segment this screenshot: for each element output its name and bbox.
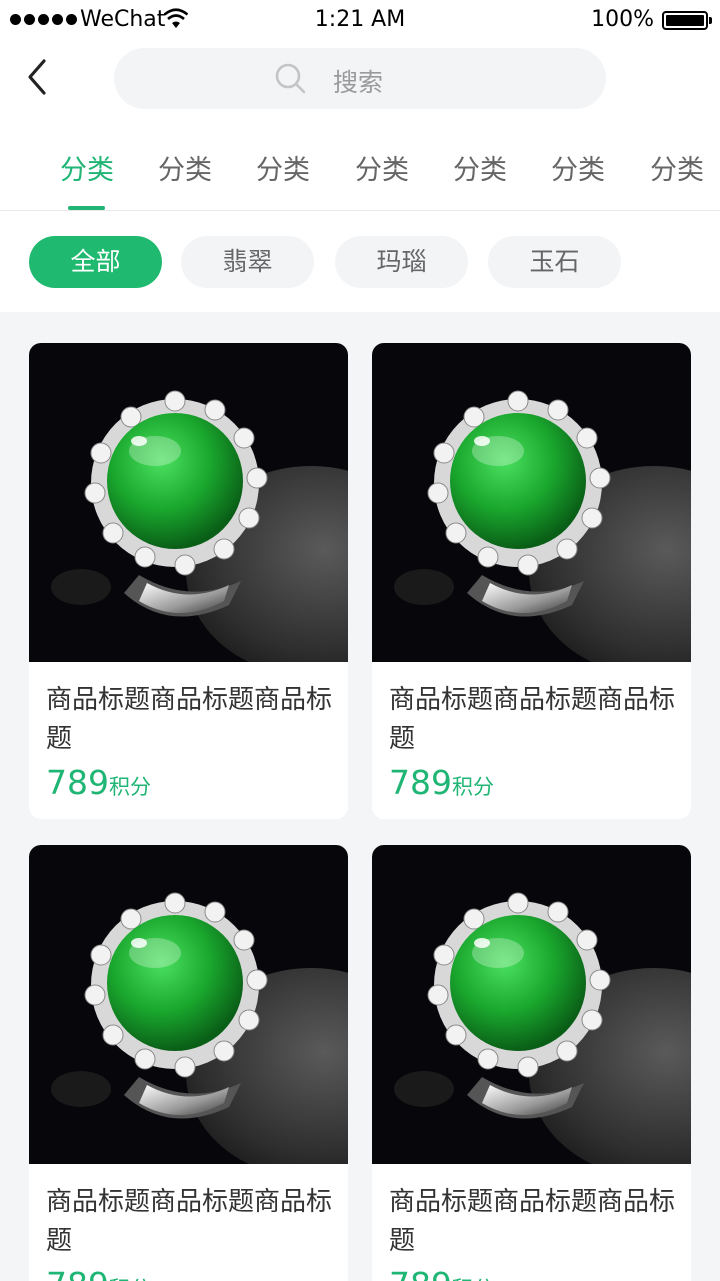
product-image	[372, 845, 691, 1164]
price-unit: 积分	[109, 1277, 151, 1281]
product-card[interactable]: 商品标题商品标题商品标题 789积分	[372, 845, 691, 1281]
header-area: WeChat 1:21 AM 100% 搜索 分类 分类 分类 分类 分类 分类…	[0, 0, 720, 312]
price-unit: 积分	[109, 775, 151, 799]
category-tabs: 分类 分类 分类 分类 分类 分类 分类	[0, 140, 720, 210]
search-placeholder: 搜索	[333, 68, 384, 97]
tab-category-7[interactable]: 分类	[637, 148, 717, 187]
filter-chip-agate[interactable]: 玛瑙	[335, 236, 468, 288]
product-title: 商品标题商品标题商品标题	[389, 685, 676, 754]
filter-chip-jadeite[interactable]: 翡翠	[181, 236, 314, 288]
product-price: 789积分	[389, 1265, 494, 1281]
product-card[interactable]: 商品标题商品标题商品标题 789积分	[372, 343, 691, 819]
price-unit: 积分	[452, 1277, 494, 1281]
price-value: 789	[389, 1265, 452, 1281]
price-value: 789	[389, 763, 452, 802]
product-price: 789积分	[389, 763, 494, 802]
back-arrow-icon[interactable]	[22, 52, 58, 102]
search-icon	[275, 63, 306, 94]
product-title: 商品标题商品标题商品标题	[46, 685, 333, 754]
product-card[interactable]: 商品标题商品标题商品标题 789积分	[29, 845, 348, 1281]
tab-category-4[interactable]: 分类	[342, 148, 422, 187]
product-card[interactable]: 商品标题商品标题商品标题 789积分	[29, 343, 348, 819]
product-image	[372, 343, 691, 662]
price-value: 789	[46, 763, 109, 802]
tab-category-3[interactable]: 分类	[243, 148, 323, 187]
tab-category-2[interactable]: 分类	[145, 148, 225, 187]
price-value: 789	[46, 1265, 109, 1281]
price-unit: 积分	[452, 775, 494, 799]
filter-chip-jade[interactable]: 玉石	[488, 236, 621, 288]
product-price: 789积分	[46, 763, 151, 802]
tab-category-1[interactable]: 分类	[47, 148, 127, 210]
tab-category-6[interactable]: 分类	[538, 148, 618, 187]
status-bar: WeChat 1:21 AM 100%	[0, 0, 720, 40]
product-image	[29, 845, 348, 1164]
battery-percent: 100%	[591, 7, 654, 32]
product-title: 商品标题商品标题商品标题	[46, 1187, 333, 1256]
search-bar[interactable]: 搜索	[114, 48, 606, 109]
product-image	[29, 343, 348, 662]
product-price: 789积分	[46, 1265, 151, 1281]
battery-icon	[662, 11, 712, 30]
tabs-divider	[0, 210, 720, 211]
tab-category-5[interactable]: 分类	[440, 148, 520, 187]
filter-chip-all[interactable]: 全部	[29, 236, 162, 288]
product-title: 商品标题商品标题商品标题	[389, 1187, 676, 1256]
